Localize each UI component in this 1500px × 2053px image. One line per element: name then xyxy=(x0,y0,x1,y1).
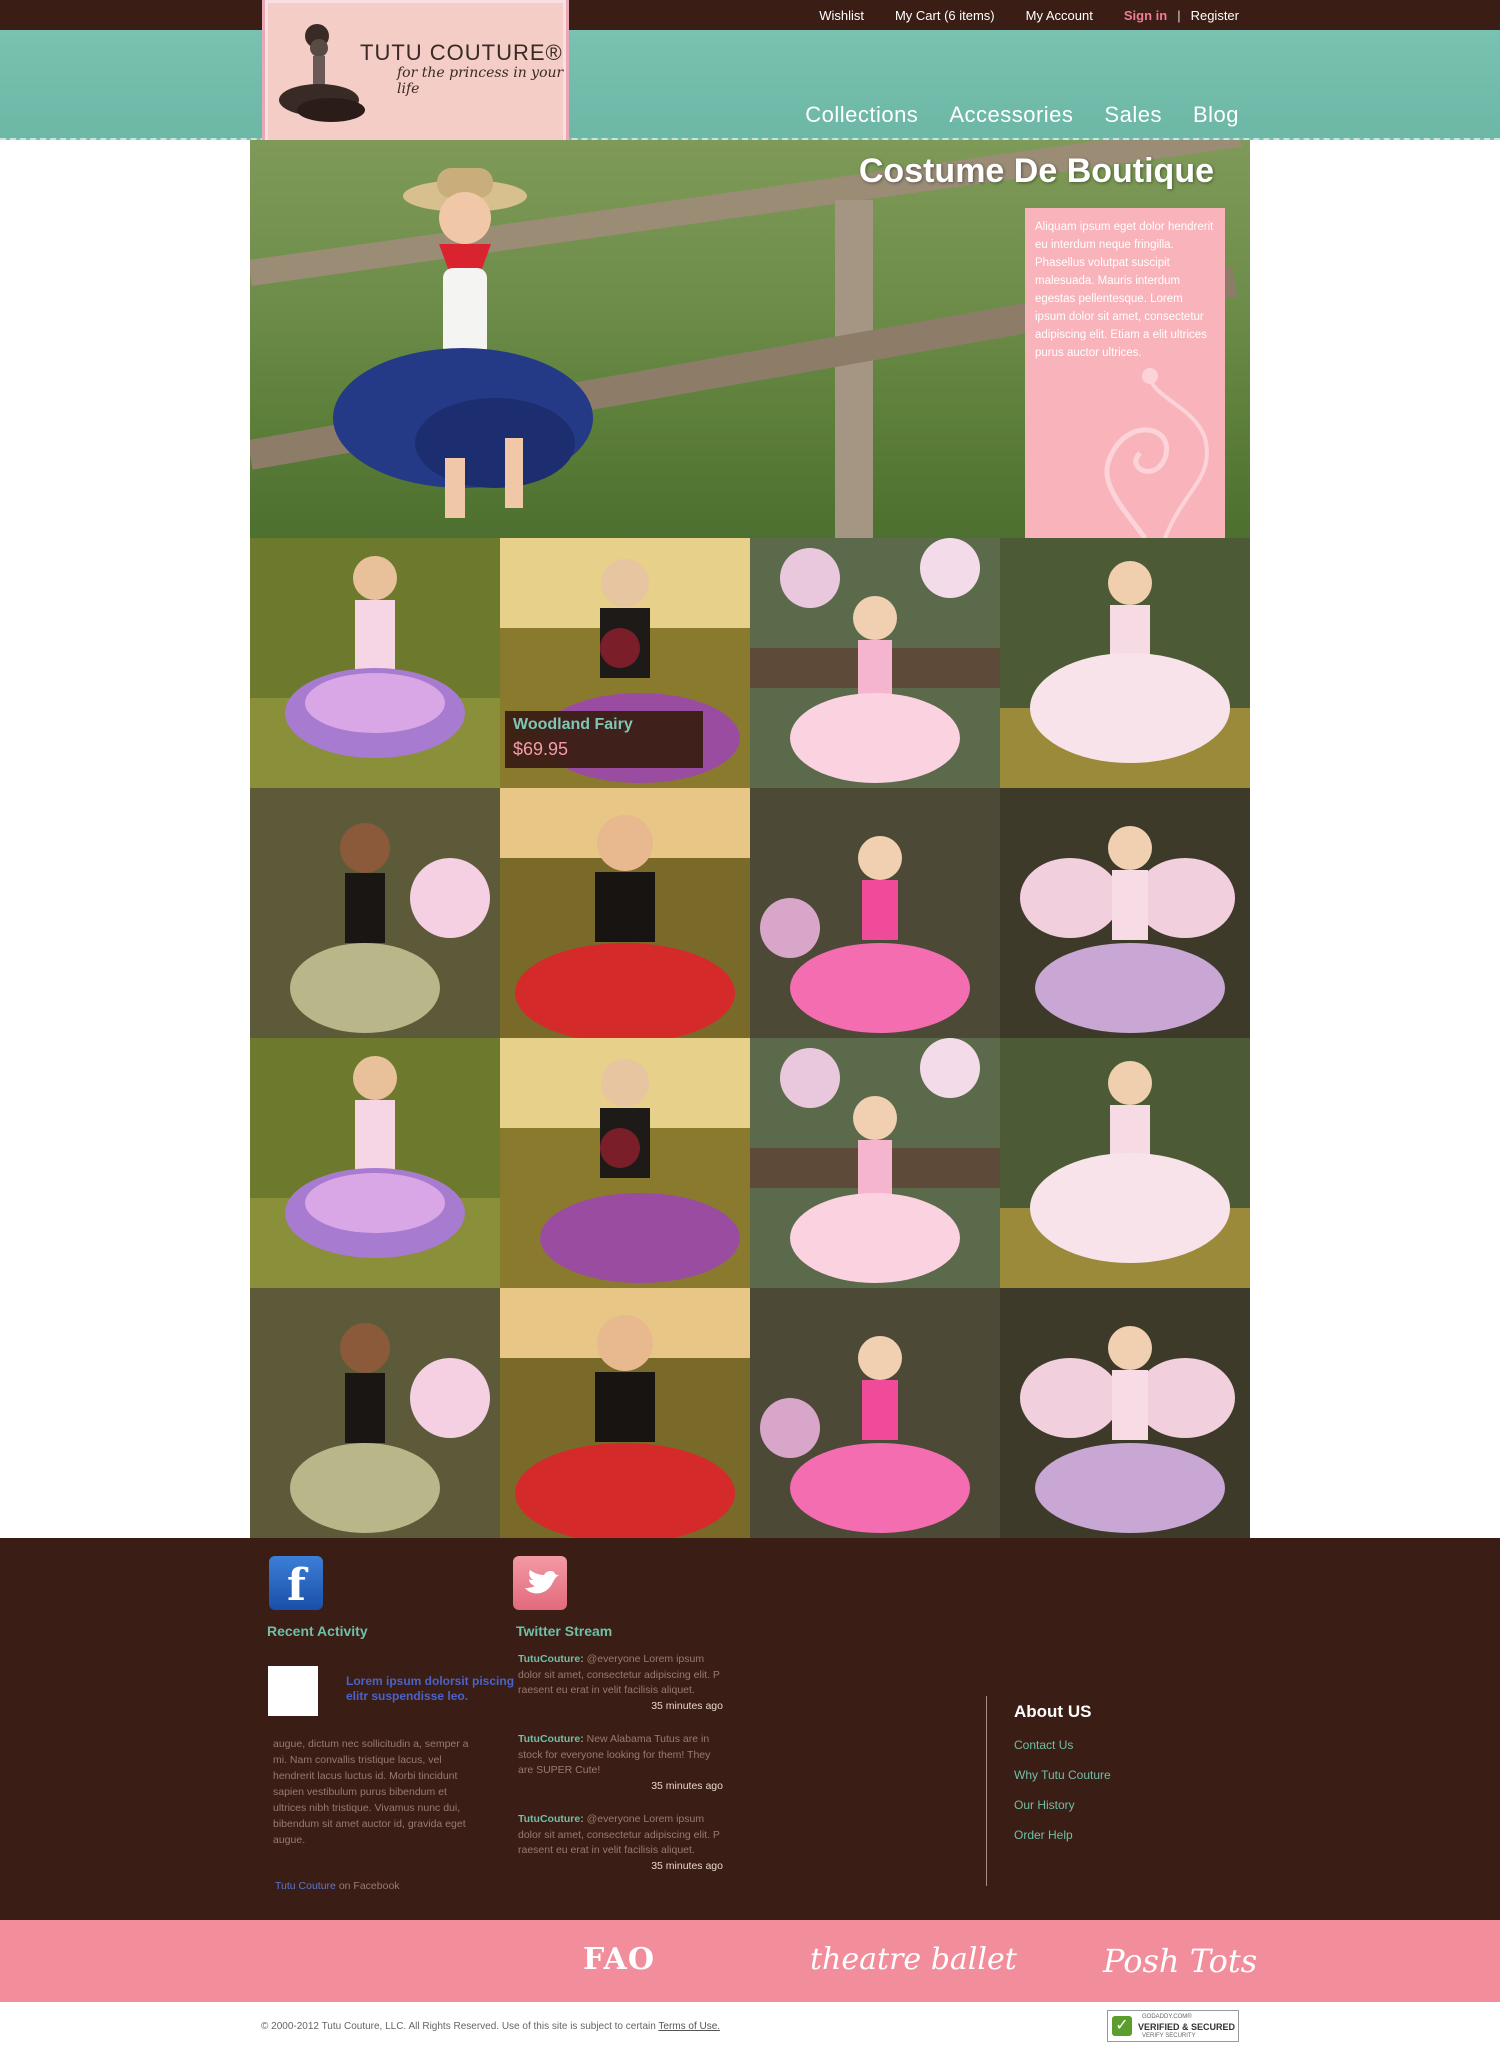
nav-sales[interactable]: Sales xyxy=(1104,102,1162,128)
about-link-order-help[interactable]: Order Help xyxy=(1014,1828,1073,1842)
product-tile[interactable] xyxy=(750,538,1000,788)
partner-logos-band: FAO theatre ballet Posh Tots xyxy=(0,1920,1500,2002)
floral-swirl-icon xyxy=(1104,368,1209,538)
product-overlay[interactable]: Woodland Fairy $69.95 xyxy=(505,711,703,768)
product-price: $69.95 xyxy=(513,739,569,759)
tweet-time: 35 minutes ago xyxy=(651,1779,723,1792)
about-link-why[interactable]: Why Tutu Couture xyxy=(1014,1768,1111,1782)
link-separator: | xyxy=(1177,8,1181,23)
footer-divider xyxy=(986,1696,987,1886)
nav-blog[interactable]: Blog xyxy=(1193,102,1239,128)
seal-line-2: VERIFIED & SECURED xyxy=(1138,2022,1236,2032)
twitter-bird-icon[interactable] xyxy=(513,1556,567,1610)
twitter-stream-title: Twitter Stream xyxy=(516,1623,613,1639)
about-us-title: About US xyxy=(1014,1702,1092,1721)
tweet-handle[interactable]: TutuCouture: xyxy=(518,1813,584,1825)
facebook-link-suffix: on Facebook xyxy=(335,1880,400,1892)
facebook-icon[interactable]: f xyxy=(269,1556,323,1611)
terms-of-use-link[interactable]: Terms of Use. xyxy=(658,2021,720,2032)
product-tile[interactable] xyxy=(750,1038,1000,1288)
hero-title: Costume De Boutique xyxy=(858,152,1214,190)
facebook-page-name[interactable]: Tutu Couture xyxy=(275,1880,336,1892)
facebook-post-title[interactable]: Lorem ipsum dolorsit piscing elitr suspe… xyxy=(346,1674,516,1704)
main-nav: Collections Accessories Sales Blog xyxy=(774,102,1239,128)
partner-fao-logo[interactable]: FAO xyxy=(583,1942,655,1977)
product-tile[interactable] xyxy=(1000,1038,1250,1288)
nav-accessories[interactable]: Accessories xyxy=(949,102,1073,128)
facebook-post-thumbnail[interactable] xyxy=(268,1666,318,1716)
product-tile[interactable] xyxy=(1000,538,1250,788)
product-tile[interactable] xyxy=(250,1038,500,1288)
product-tile[interactable] xyxy=(1000,1288,1250,1538)
product-name: Woodland Fairy xyxy=(513,716,633,733)
tweet-handle[interactable]: TutuCouture: xyxy=(518,1733,584,1745)
facebook-post-body: augue, dictum nec sollicitudin a, semper… xyxy=(273,1738,469,1846)
brand-tagline: for the princess in your life xyxy=(397,65,564,97)
about-link-history[interactable]: Our History xyxy=(1014,1798,1075,1812)
account-links: Wishlist My Cart (6 items) My Account Si… xyxy=(788,8,1239,23)
tweet-item: TutuCouture: @everyone Lorem ipsum dolor… xyxy=(518,1812,723,1874)
tweet-time: 35 minutes ago xyxy=(651,1699,723,1712)
product-tile-woodland-fairy[interactable]: Woodland Fairy $69.95 xyxy=(500,538,750,788)
tweet-time: 35 minutes ago xyxy=(651,1859,723,1872)
product-tile[interactable] xyxy=(500,788,750,1038)
product-tile[interactable] xyxy=(250,788,500,1038)
product-tile[interactable] xyxy=(1000,788,1250,1038)
cart-link[interactable]: My Cart (6 items) xyxy=(895,8,995,23)
about-link-contact[interactable]: Contact Us xyxy=(1014,1738,1073,1752)
product-tile[interactable] xyxy=(500,1038,750,1288)
nav-collections[interactable]: Collections xyxy=(805,102,918,128)
tweet-item: TutuCouture: New Alabama Tutus are in st… xyxy=(518,1732,723,1794)
tweet-handle[interactable]: TutuCouture: xyxy=(518,1653,584,1665)
product-tile[interactable] xyxy=(750,788,1000,1038)
copyright-text: © 2000-2012 Tutu Couture, LLC. All Right… xyxy=(261,2021,659,2032)
recent-activity-title: Recent Activity xyxy=(267,1623,368,1639)
partner-posh-tots-logo[interactable]: Posh Tots xyxy=(1103,1942,1257,1980)
checkmark-icon: ✓ xyxy=(1112,2016,1132,2036)
ballerina-silhouette-icon xyxy=(279,24,365,122)
security-seal-badge[interactable]: ✓ GODADDY.COM® VERIFIED & SECURED VERIFY… xyxy=(1107,2010,1239,2042)
product-grid: Woodland Fairy $69.95 xyxy=(250,538,1250,1538)
tweet-item: TutuCouture: @everyone Lorem ipsum dolor… xyxy=(518,1652,723,1714)
fence-post xyxy=(835,200,873,538)
hero-text-panel: Aliquam ipsum eget dolor hendrerit eu in… xyxy=(1025,208,1225,538)
copyright-notice: © 2000-2012 Tutu Couture, LLC. All Right… xyxy=(261,2021,720,2032)
account-link[interactable]: My Account xyxy=(1026,8,1093,23)
product-tile[interactable] xyxy=(750,1288,1000,1538)
product-tile[interactable] xyxy=(250,1288,500,1538)
signin-link[interactable]: Sign in xyxy=(1124,8,1167,23)
register-link[interactable]: Register xyxy=(1191,8,1239,23)
facebook-page-link: Tutu Couture on Facebook xyxy=(275,1880,400,1892)
seal-line-3: VERIFY SECURITY xyxy=(1142,2033,1196,2039)
seal-line-1: GODADDY.COM® xyxy=(1142,2014,1192,2020)
product-tile[interactable] xyxy=(500,1288,750,1538)
brand-name: TUTU COUTURE® xyxy=(360,40,563,65)
site-footer: f Recent Activity Lorem ipsum dolorsit p… xyxy=(0,1538,1500,1920)
hero-photo-girl xyxy=(333,168,593,518)
product-tile[interactable] xyxy=(250,538,500,788)
wishlist-link[interactable]: Wishlist xyxy=(819,8,864,23)
hero-description: Aliquam ipsum eget dolor hendrerit eu in… xyxy=(1035,221,1214,359)
hero-banner[interactable]: Costume De Boutique Aliquam ipsum eget d… xyxy=(250,140,1250,538)
partner-theatre-ballet-logo[interactable]: theatre ballet xyxy=(810,1942,1017,1977)
site-header: Collections Accessories Sales Blog xyxy=(0,30,1500,140)
top-utility-bar: Wishlist My Cart (6 items) My Account Si… xyxy=(0,0,1500,30)
